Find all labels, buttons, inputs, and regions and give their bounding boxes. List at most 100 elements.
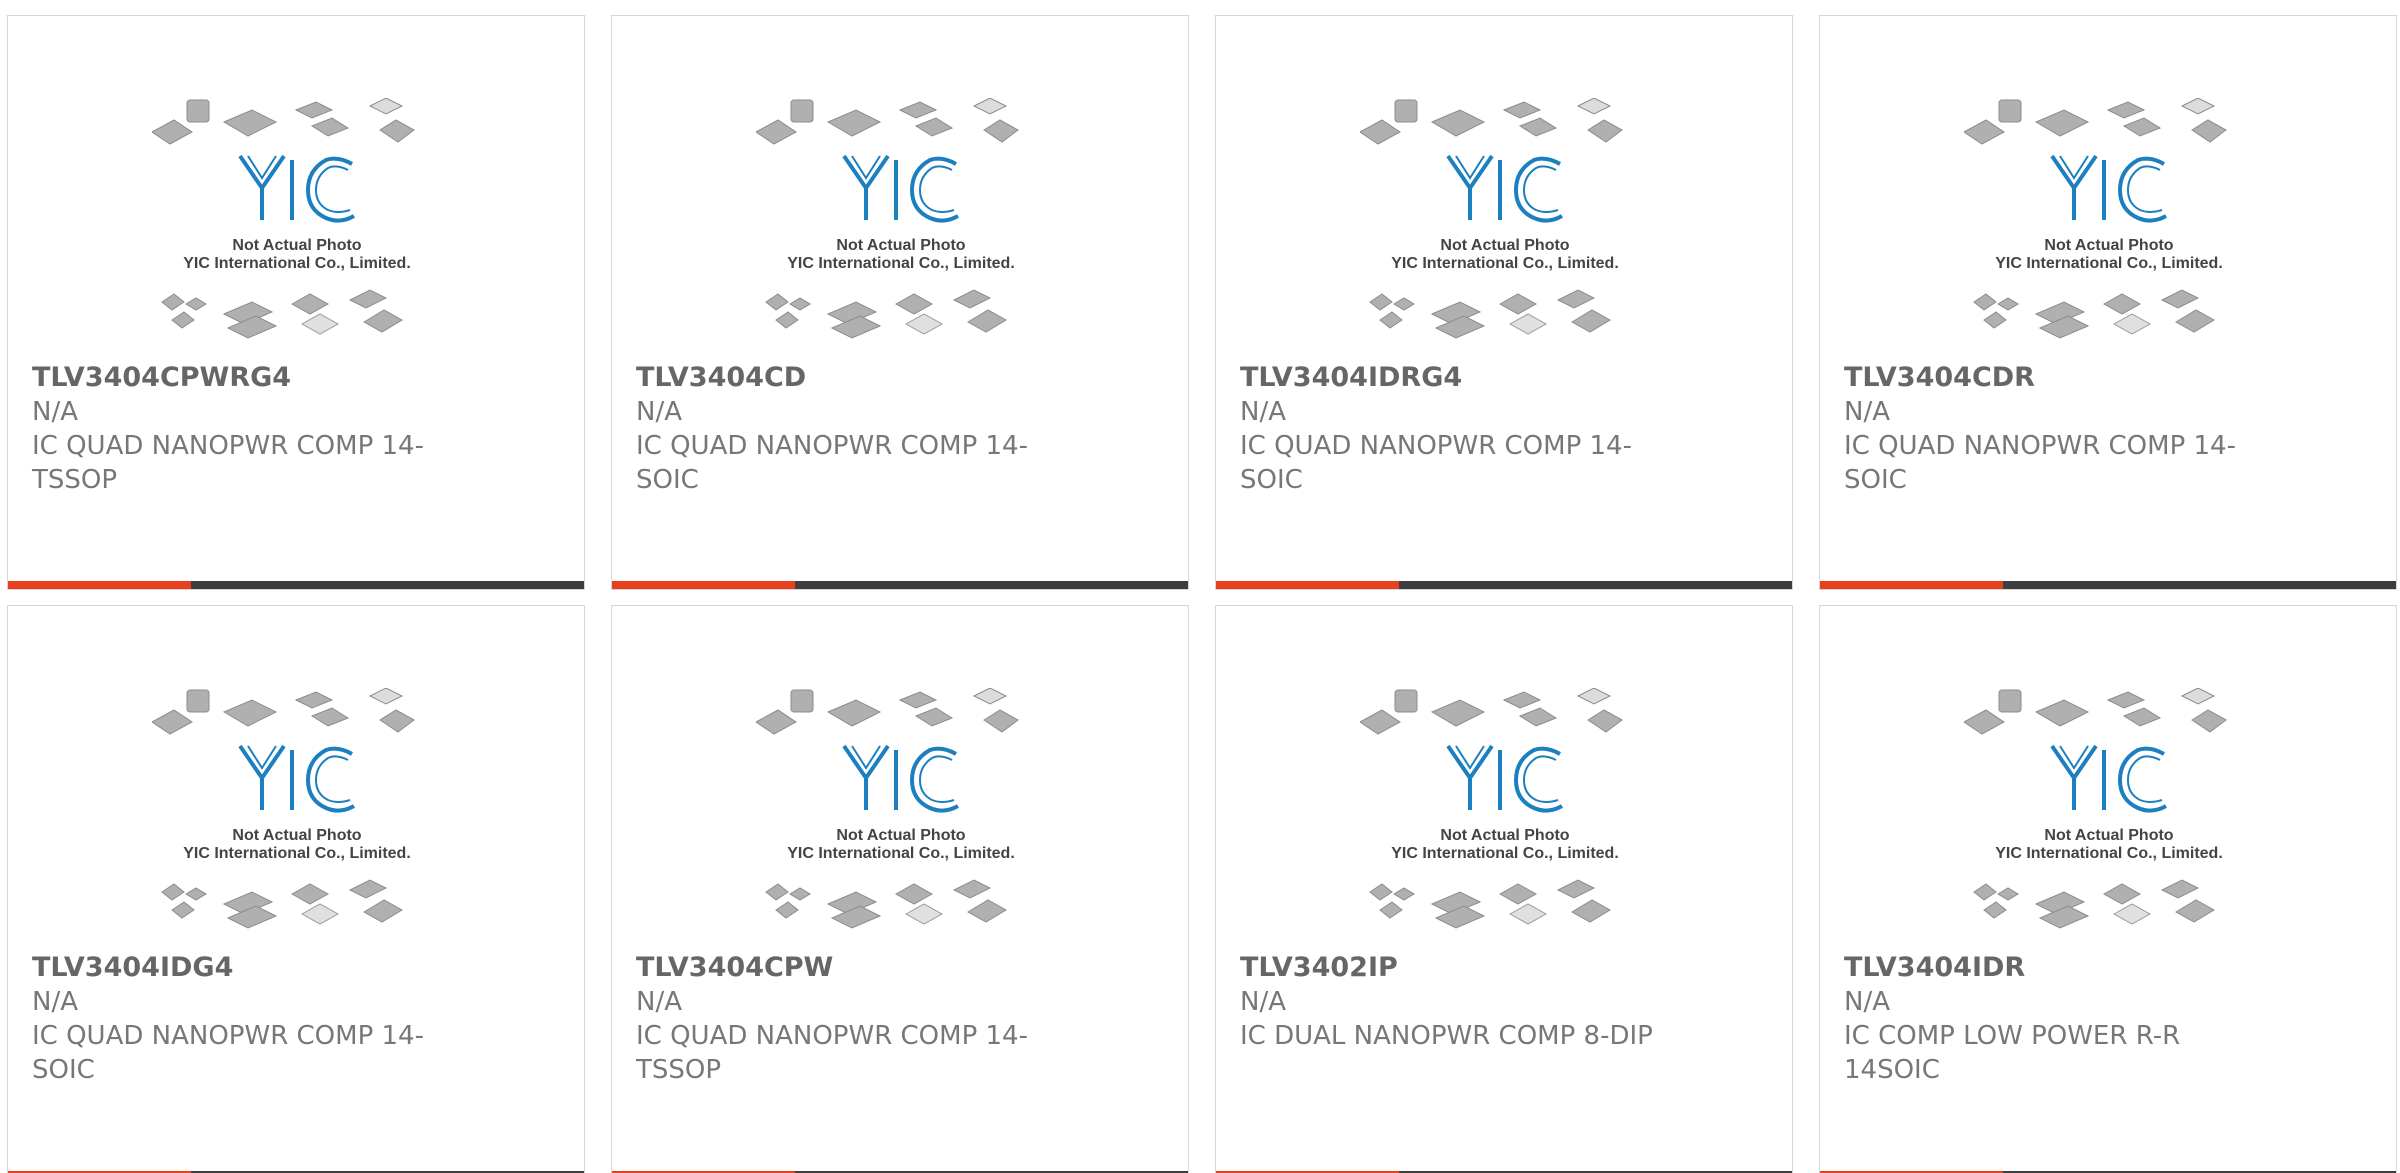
part-number[interactable]: TLV3404IDRG4 (1240, 361, 1660, 395)
product-info: TLV3404CPW N/A IC QUAD NANOPWR COMP 14-T… (636, 951, 1056, 1087)
product-info: TLV3402IP N/A IC DUAL NANOPWR COMP 8-DIP (1240, 951, 1660, 1053)
chip-package-icons-bottom (1369, 879, 1611, 929)
product-card[interactable]: Not Actual Photo YIC International Co., … (1819, 15, 2397, 590)
manufacturer: N/A (32, 397, 78, 427)
manufacturer: N/A (1844, 987, 1890, 1017)
product-description: IC DUAL NANOPWR COMP 8-DIP (1240, 1021, 1653, 1051)
chip-package-icons-top (152, 688, 415, 735)
card-bottom-bar (1820, 581, 2396, 589)
product-description: IC QUAD NANOPWR COMP 14-SOIC (636, 431, 1028, 495)
card-bar-accent (1820, 581, 2003, 589)
yic-logo-icon (238, 154, 355, 223)
product-info: TLV3404IDG4 N/A IC QUAD NANOPWR COMP 14-… (32, 951, 452, 1087)
product-photo: Not Actual Photo YIC International Co., … (1964, 688, 2227, 929)
card-bar-accent (8, 581, 191, 589)
product-card[interactable]: Not Actual Photo YIC International Co., … (1819, 605, 2397, 1173)
product-grid: Not Actual Photo YIC International Co., … (0, 0, 2400, 1173)
manufacturer: N/A (1240, 397, 1286, 427)
product-info: TLV3404CDR N/A IC QUAD NANOPWR COMP 14-S… (1844, 361, 2264, 497)
manufacturer: N/A (636, 987, 682, 1017)
photo-caption-not-actual: Not Actual Photo (836, 827, 965, 844)
product-description: IC QUAD NANOPWR COMP 14-TSSOP (636, 1021, 1028, 1085)
chip-package-icons-top (1360, 688, 1623, 735)
yic-logo-icon (2050, 154, 2167, 223)
chip-package-icons-top (756, 98, 1019, 145)
yic-logo-icon (842, 744, 959, 813)
product-photo: Not Actual Photo YIC International Co., … (756, 688, 1019, 929)
yic-logo-icon (842, 154, 959, 223)
photo-caption-company: YIC International Co., Limited. (183, 255, 411, 272)
product-photo: Not Actual Photo YIC International Co., … (1964, 98, 2227, 339)
product-description: IC QUAD NANOPWR COMP 14-SOIC (1844, 431, 2236, 495)
product-info: TLV3404CPWRG4 N/A IC QUAD NANOPWR COMP 1… (32, 361, 452, 497)
photo-caption-company: YIC International Co., Limited. (1391, 255, 1619, 272)
product-description: IC QUAD NANOPWR COMP 14-SOIC (1240, 431, 1632, 495)
photo-caption-not-actual: Not Actual Photo (1440, 827, 1569, 844)
product-info: TLV3404IDRG4 N/A IC QUAD NANOPWR COMP 14… (1240, 361, 1660, 497)
photo-caption-company: YIC International Co., Limited. (1995, 845, 2223, 862)
manufacturer: N/A (1844, 397, 1890, 427)
card-bar-accent (1216, 581, 1399, 589)
yic-logo-icon (2050, 744, 2167, 813)
card-bar-dark (1399, 581, 1792, 589)
chip-package-icons-top (1964, 688, 2227, 735)
photo-caption-company: YIC International Co., Limited. (183, 845, 411, 862)
chip-package-icons-bottom (161, 879, 403, 929)
product-description: IC QUAD NANOPWR COMP 14-TSSOP (32, 431, 424, 495)
chip-package-icons-top (756, 688, 1019, 735)
chip-package-icons-bottom (161, 289, 403, 339)
manufacturer: N/A (1240, 987, 1286, 1017)
card-bottom-bar (612, 581, 1188, 589)
yic-logo-icon (238, 744, 355, 813)
photo-caption-company: YIC International Co., Limited. (787, 845, 1015, 862)
product-card[interactable]: Not Actual Photo YIC International Co., … (1215, 15, 1793, 590)
manufacturer: N/A (636, 397, 682, 427)
part-number[interactable]: TLV3404CDR (1844, 361, 2264, 395)
photo-caption-not-actual: Not Actual Photo (836, 237, 965, 254)
card-bar-dark (2003, 581, 2396, 589)
product-photo: Not Actual Photo YIC International Co., … (152, 688, 415, 929)
part-number[interactable]: TLV3402IP (1240, 951, 1660, 985)
part-number[interactable]: TLV3404CD (636, 361, 1056, 395)
manufacturer: N/A (32, 987, 78, 1017)
photo-caption-not-actual: Not Actual Photo (232, 237, 361, 254)
part-number[interactable]: TLV3404CPWRG4 (32, 361, 452, 395)
photo-caption-not-actual: Not Actual Photo (1440, 237, 1569, 254)
photo-caption-not-actual: Not Actual Photo (2044, 827, 2173, 844)
yic-logo-icon (1446, 154, 1563, 223)
photo-caption-not-actual: Not Actual Photo (2044, 237, 2173, 254)
card-bar-accent (612, 581, 795, 589)
product-info: TLV3404IDR N/A IC COMP LOW POWER R-R 14S… (1844, 951, 2264, 1087)
photo-caption-not-actual: Not Actual Photo (232, 827, 361, 844)
chip-package-icons-bottom (765, 879, 1007, 929)
chip-package-icons-bottom (765, 289, 1007, 339)
chip-package-icons-bottom (1369, 289, 1611, 339)
chip-package-icons-top (1964, 98, 2227, 145)
product-description: IC QUAD NANOPWR COMP 14-SOIC (32, 1021, 424, 1085)
product-photo: Not Actual Photo YIC International Co., … (1360, 98, 1623, 339)
chip-package-icons-bottom (1973, 879, 2215, 929)
product-photo: Not Actual Photo YIC International Co., … (756, 98, 1019, 339)
product-card[interactable]: Not Actual Photo YIC International Co., … (7, 605, 585, 1173)
product-description: IC COMP LOW POWER R-R 14SOIC (1844, 1021, 2181, 1085)
product-card[interactable]: Not Actual Photo YIC International Co., … (611, 15, 1189, 590)
photo-caption-company: YIC International Co., Limited. (787, 255, 1015, 272)
product-card[interactable]: Not Actual Photo YIC International Co., … (611, 605, 1189, 1173)
photo-caption-company: YIC International Co., Limited. (1995, 255, 2223, 272)
product-info: TLV3404CD N/A IC QUAD NANOPWR COMP 14-SO… (636, 361, 1056, 497)
product-card[interactable]: Not Actual Photo YIC International Co., … (7, 15, 585, 590)
part-number[interactable]: TLV3404IDR (1844, 951, 2264, 985)
card-bottom-bar (1216, 581, 1792, 589)
part-number[interactable]: TLV3404CPW (636, 951, 1056, 985)
card-bar-dark (191, 581, 584, 589)
chip-package-icons-bottom (1973, 289, 2215, 339)
yic-logo-icon (1446, 744, 1563, 813)
part-number[interactable]: TLV3404IDG4 (32, 951, 452, 985)
photo-caption-company: YIC International Co., Limited. (1391, 845, 1619, 862)
card-bar-dark (795, 581, 1188, 589)
chip-package-icons-top (152, 98, 415, 145)
product-photo: Not Actual Photo YIC International Co., … (152, 98, 415, 339)
card-bottom-bar (8, 581, 584, 589)
product-photo: Not Actual Photo YIC International Co., … (1360, 688, 1623, 929)
product-card[interactable]: Not Actual Photo YIC International Co., … (1215, 605, 1793, 1173)
